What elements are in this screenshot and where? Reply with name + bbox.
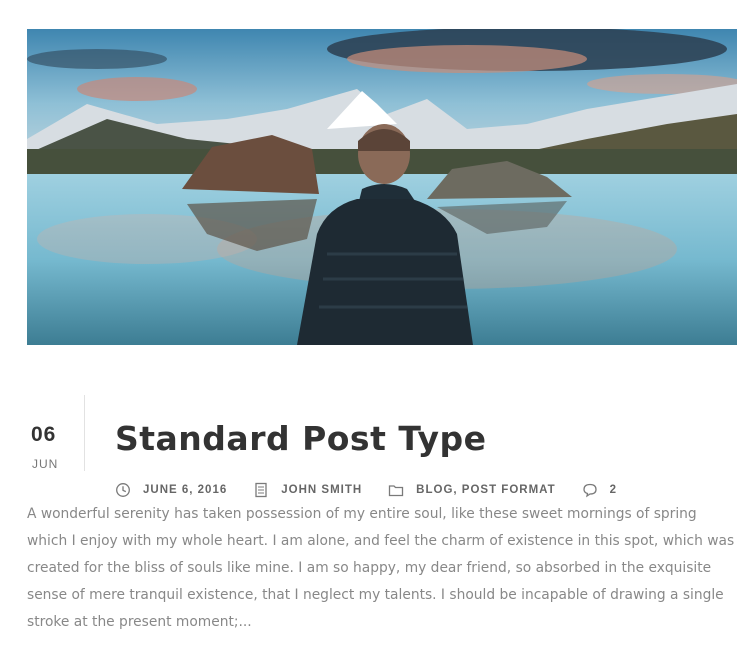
category-link-blog[interactable]: BLOG [416, 484, 453, 496]
meta-author: JOHN SMITH [253, 482, 362, 498]
post-date-month: JUN [32, 457, 59, 471]
meta-date-link[interactable]: JUNE 6, 2016 [143, 484, 227, 496]
blog-post: 06 JUN Standard Post Type JUNE 6, 2016 J… [27, 29, 737, 630]
clock-icon [115, 482, 131, 498]
landscape-illustration [27, 29, 737, 345]
meta-comments-count[interactable]: 2 [610, 484, 617, 496]
category-link-post-format[interactable]: POST FORMAT [462, 484, 556, 496]
post-date-day: 06 [31, 423, 57, 446]
document-icon [253, 482, 269, 498]
featured-image[interactable] [27, 29, 737, 345]
category-separator: , [453, 484, 462, 496]
comment-icon [582, 482, 598, 498]
post-meta: JUNE 6, 2016 JOHN SMITH BLOG , POST FORM… [115, 481, 643, 499]
post-title[interactable]: Standard Post Type [115, 419, 486, 458]
meta-categories: BLOG , POST FORMAT [388, 482, 555, 498]
post-header: 06 JUN Standard Post Type JUNE 6, 2016 J… [27, 395, 737, 498]
post-title-text[interactable]: Standard Post Type [115, 419, 486, 458]
meta-author-link[interactable]: JOHN SMITH [281, 484, 362, 496]
post-excerpt: A wonderful serenity has taken possessio… [27, 506, 735, 630]
post-date-box: 06 JUN [27, 395, 85, 471]
meta-date: JUNE 6, 2016 [115, 482, 227, 498]
meta-comments: 2 [582, 482, 617, 498]
folder-icon [388, 482, 404, 498]
